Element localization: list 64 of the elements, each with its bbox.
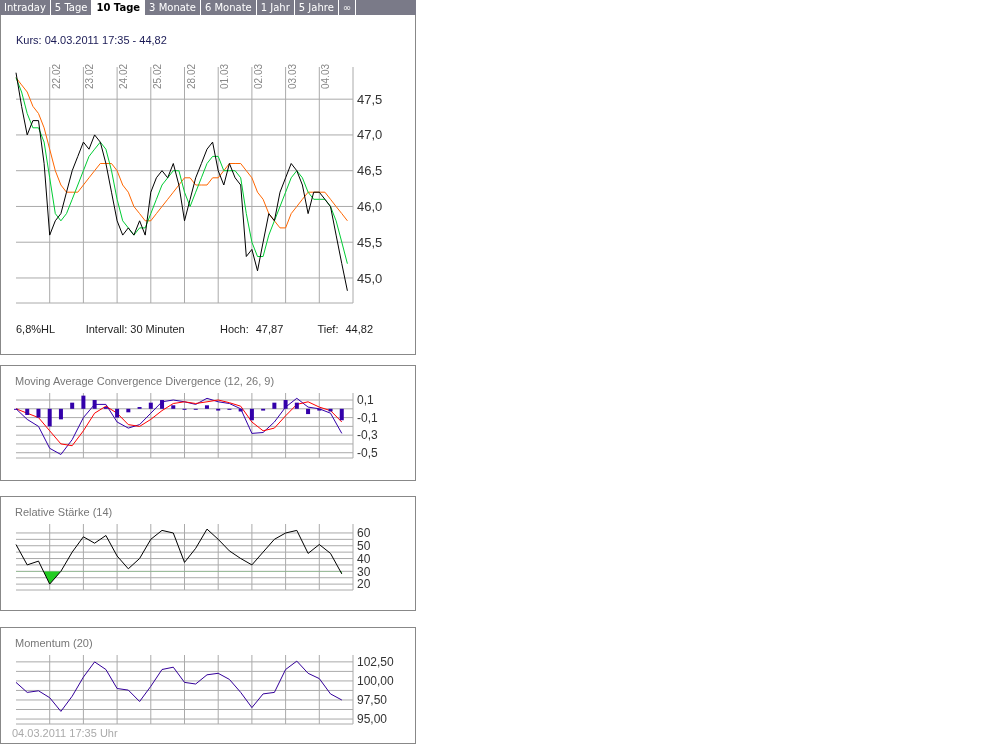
stat-value: 47,87 — [255, 321, 284, 337]
date-label: 04.03. — [320, 62, 332, 89]
histogram-bar — [160, 400, 165, 409]
histogram-bar — [25, 408, 30, 415]
axis-tick-label: 45,5 — [357, 234, 383, 250]
axis-tick-label: 102,50 — [357, 655, 394, 670]
histogram-bar — [294, 402, 299, 409]
histogram-bar — [70, 402, 75, 409]
date-label: 22.02. — [50, 62, 62, 89]
axis-tick-label: 47,0 — [357, 127, 383, 142]
histogram-bar — [81, 395, 86, 409]
indicator-title: Moving Average Convergence Divergence (12, 26, 9) — [15, 375, 275, 388]
histogram-bar — [58, 408, 63, 420]
histogram-bar — [328, 408, 333, 412]
histogram-bar — [171, 405, 176, 409]
axis-tick-label: 46,0 — [357, 198, 383, 214]
indicator-title: Momentum (20) — [15, 637, 93, 650]
date-label: 28.02. — [185, 62, 197, 89]
axis-tick-label: 97,50 — [357, 693, 388, 708]
axis-tick-label: 50 — [357, 538, 371, 553]
stat-label: 6,8%HL — [16, 321, 56, 337]
histogram-bar — [306, 408, 311, 415]
histogram-bar — [204, 405, 209, 409]
timestamp: 04.03.2011 17:35 Uhr — [12, 727, 118, 739]
date-label: 01.03. — [219, 62, 231, 89]
histogram-bar — [238, 408, 243, 412]
axis-tick-label: 46,5 — [357, 162, 383, 178]
axis-tick-label: -0,3 — [357, 428, 378, 443]
axis-tick-label: 20 — [357, 577, 371, 592]
histogram-bar — [36, 408, 41, 418]
stat-value: 44,82 — [345, 321, 374, 337]
date-label: 25.02. — [151, 62, 163, 89]
histogram-bar — [339, 408, 344, 421]
axis-tick-label: -0,1 — [357, 410, 378, 425]
date-label: 03.03. — [286, 62, 298, 89]
histogram-bar — [148, 402, 153, 409]
histogram-bar — [126, 408, 131, 413]
histogram-bar — [261, 408, 266, 411]
axis-tick-label: 95,00 — [357, 712, 388, 727]
histogram-bar — [47, 408, 52, 427]
date-label: 23.02. — [84, 62, 96, 89]
date-label: 02.03. — [252, 62, 264, 89]
quote-text: Kurs: 04.03.2011 17:35 - 44,82 — [16, 33, 167, 48]
axis-tick-label: 100,00 — [357, 674, 394, 689]
axis-tick-label: 30 — [357, 564, 371, 579]
stat-label: Hoch: — [220, 321, 249, 337]
date-label: 24.02. — [118, 62, 130, 89]
histogram-bar — [283, 400, 288, 409]
axis-tick-label: -0,5 — [357, 445, 378, 460]
axis-tick-label: 60 — [357, 526, 371, 541]
period-tab[interactable]: 10 Tage — [92, 0, 146, 15]
indicator-title: Relative Stärke (14) — [15, 506, 113, 519]
histogram-bar — [115, 408, 120, 418]
histogram-bar — [272, 402, 277, 409]
axis-tick-label: 40 — [357, 551, 371, 566]
histogram-bar — [92, 400, 97, 409]
histogram-bar — [249, 408, 254, 421]
histogram-bar — [317, 408, 322, 411]
stat-label: Intervall: 30 Minuten — [85, 321, 185, 337]
histogram-bar — [216, 408, 221, 411]
axis-tick-label: 47,5 — [357, 91, 383, 107]
axis-tick-label: 0,1 — [357, 393, 374, 408]
axis-tick-label: 45,0 — [357, 270, 383, 285]
stat-label: Tief: — [317, 321, 339, 337]
